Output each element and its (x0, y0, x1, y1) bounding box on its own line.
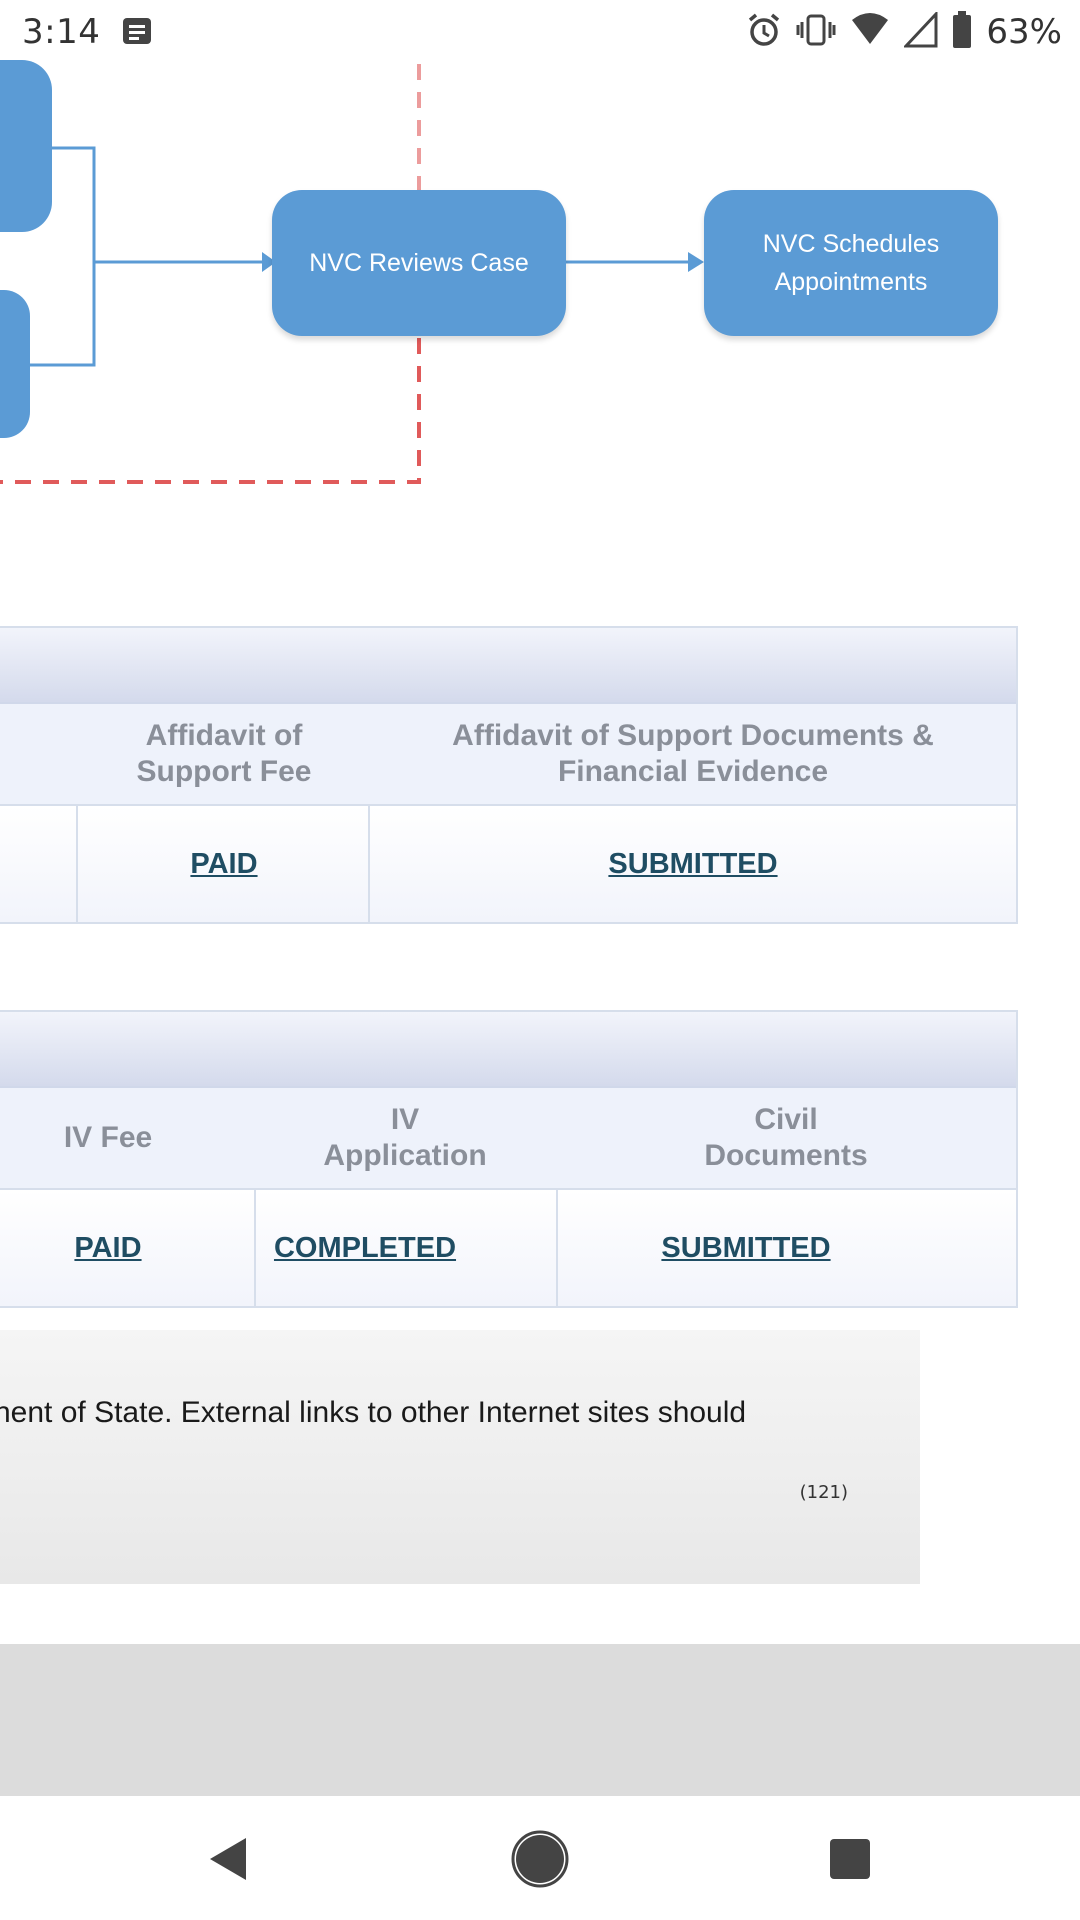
affidavit-status-table: Affidavit of Support Fee Affidavit of Su… (0, 626, 1018, 924)
affidavit-fee-status-link[interactable]: PAID (78, 806, 370, 922)
battery-icon (952, 11, 972, 53)
table-header-bar (0, 628, 1016, 704)
home-icon (511, 1830, 569, 1888)
iv-application-status-link[interactable]: COMPLETED (254, 1190, 476, 1306)
status-bar: 3:14 63% (0, 0, 1080, 64)
column-header-label: Affidavit of Support Documents & Financi… (452, 719, 934, 788)
node-nvc-reviews-case: NVC Reviews Case (272, 190, 566, 336)
iv-fee-status-link[interactable]: PAID (0, 1190, 254, 1306)
column-header-label: Civil Documents (704, 1103, 868, 1172)
page-footer-bar (0, 1644, 1080, 1796)
immigrant-visa-status-table: IV Fee IV Application Civil Documents PA… (0, 1010, 1018, 1308)
process-flowchart: NVC Reviews Case NVC Schedules Appointme… (0, 60, 1080, 500)
table-column-headers: IV Fee IV Application Civil Documents (0, 1088, 1016, 1190)
signal-icon (902, 10, 938, 52)
notice-text-line: nent of State. External links to other I… (0, 1396, 747, 1429)
back-icon (210, 1838, 246, 1880)
column-header: Civil Documents (556, 1088, 1016, 1188)
system-navigation-bar (0, 1796, 1080, 1920)
notification-icon (122, 16, 152, 46)
table-header-bar (0, 1012, 1016, 1088)
visit-counter: (121) (799, 1482, 848, 1503)
node-nvc-schedules-appointments: NVC Schedules Appointments (704, 190, 998, 336)
column-header-label: IV Application (323, 1103, 487, 1172)
column-header-label: IV Fee (63, 1121, 153, 1154)
vibrate-icon (796, 12, 836, 52)
footer-notice: nent of State. External links to other I… (0, 1330, 920, 1584)
table-row: PAID COMPLETED SUBMITTED (0, 1190, 1016, 1306)
recents-button[interactable] (815, 1824, 885, 1894)
notice-text-line: . (0, 1434, 2, 1468)
home-button[interactable] (505, 1824, 575, 1894)
recents-icon (830, 1839, 870, 1879)
node-label: NVC Reviews Case (309, 249, 529, 277)
column-header: IV Fee (0, 1088, 254, 1188)
node-label: NVC Schedules Appointments (762, 230, 940, 296)
status-time: 3:14 (22, 12, 101, 52)
status-icons: 63% (746, 10, 1062, 54)
battery-percent: 63% (986, 12, 1062, 52)
back-button[interactable] (202, 1824, 272, 1894)
table-column-headers: Affidavit of Support Fee Affidavit of Su… (0, 704, 1016, 806)
wifi-icon (850, 12, 890, 52)
table-row: PAID SUBMITTED (0, 806, 1016, 922)
column-header: Affidavit of Support Documents & Financi… (370, 704, 1016, 804)
civil-documents-status-link[interactable]: SUBMITTED (556, 1190, 936, 1306)
column-header: Affidavit of Support Fee (78, 704, 370, 804)
column-header: IV Application (254, 1088, 556, 1188)
alarm-icon (746, 12, 782, 52)
affidavit-documents-status-link[interactable]: SUBMITTED (370, 806, 1016, 922)
column-header-label: Affidavit of Support Fee (136, 719, 312, 788)
